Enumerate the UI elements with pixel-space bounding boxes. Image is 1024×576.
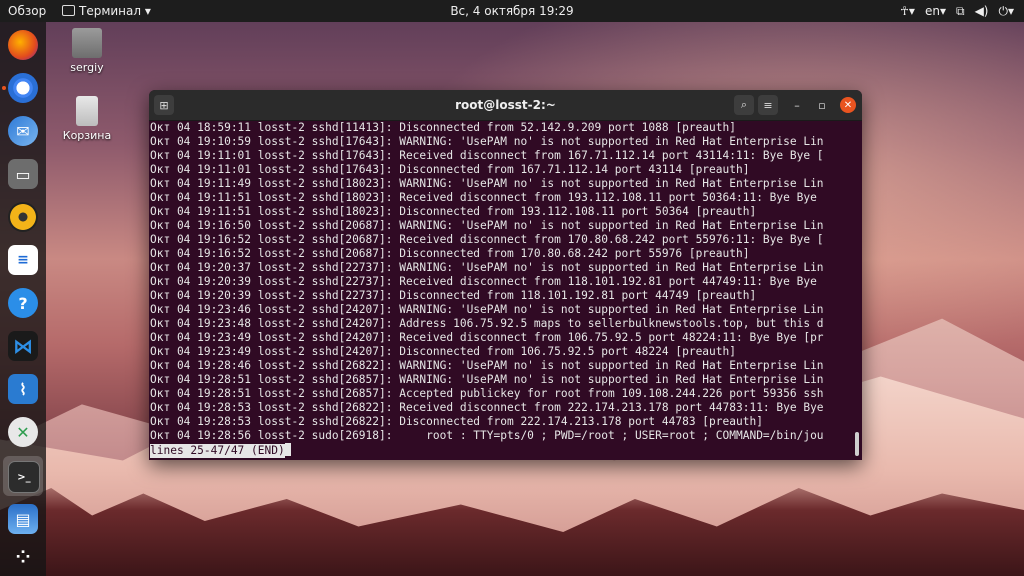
vscode-icon[interactable]: ⋈ (8, 331, 38, 361)
desktop-trash[interactable]: Корзина (57, 96, 117, 142)
terminal-line: Окт 04 19:20:39 losst-2 sshd[22737]: Dis… (150, 289, 757, 302)
terminal-line: Окт 04 19:23:48 losst-2 sshd[24207]: Add… (150, 317, 824, 330)
close-icon[interactable]: ✕ (840, 97, 856, 113)
top-bar: Обзор Терминал ▾ Вс, 4 октября 19:29 ☥▾ … (0, 0, 1024, 22)
terminal-line: Окт 04 19:28:51 losst-2 sshd[26857]: Acc… (150, 387, 824, 400)
trash-icon (76, 96, 98, 126)
menu-icon[interactable]: ≡ (758, 95, 778, 115)
pager-status: lines 25-47/47 (END) (150, 444, 285, 458)
terminal-line: Окт 04 19:11:49 losst-2 sshd[18023]: WAR… (150, 177, 824, 190)
terminal-window: ⊞ root@losst-2:~ ⌕ ≡ – ▫ ✕ Окт 04 18:59:… (149, 90, 862, 460)
window-title: root@losst-2:~ (455, 98, 556, 112)
volume-icon[interactable]: ◀) (975, 4, 989, 18)
show-applications-icon[interactable]: ⁘ (8, 542, 38, 572)
text-cursor (284, 443, 291, 456)
terminal-icon[interactable]: >_ (8, 461, 40, 493)
remmina-icon[interactable]: ✕ (8, 417, 38, 447)
language-label: en (924, 4, 940, 18)
thunderbird-icon[interactable]: ✉ (8, 116, 38, 146)
scrollbar[interactable] (855, 432, 859, 456)
chromium-icon[interactable] (8, 73, 38, 103)
terminal-output[interactable]: Окт 04 18:59:11 losst-2 sshd[11413]: Dis… (150, 121, 850, 459)
terminal-line: Окт 04 19:16:52 losst-2 sshd[20687]: Dis… (150, 247, 750, 260)
terminal-line: Окт 04 19:11:51 losst-2 sshd[18023]: Dis… (150, 205, 757, 218)
terminal-line: Окт 04 19:10:59 losst-2 sshd[17643]: WAR… (150, 135, 824, 148)
terminal-line: Окт 04 18:59:11 losst-2 sshd[11413]: Dis… (150, 121, 736, 134)
dock: ✉ ▭ ≡ ? ⋈ ⌇ ✕ >_ ▤ ⁘ (0, 22, 46, 576)
rhythmbox-icon[interactable] (8, 202, 38, 232)
desktop-home-folder[interactable]: sergiy (57, 28, 117, 74)
writer-icon[interactable]: ≡ (8, 245, 38, 275)
terminal-line: Окт 04 19:28:56 losst-2 sudo[26918]: roo… (150, 429, 824, 442)
power-icon[interactable]: ⏻▾ (998, 4, 1014, 18)
terminal-line: Окт 04 19:11:01 losst-2 sshd[17643]: Rec… (150, 149, 824, 162)
home-folder-icon (72, 28, 102, 58)
language-indicator[interactable]: en▾ (925, 4, 946, 18)
home-folder-label: sergiy (70, 61, 104, 74)
terminal-line: Окт 04 19:28:53 losst-2 sshd[26822]: Rec… (150, 401, 824, 414)
terminal-line: Окт 04 19:20:37 losst-2 sshd[22737]: WAR… (150, 261, 824, 274)
firefox-icon[interactable] (8, 30, 38, 60)
files-icon[interactable]: ▭ (8, 159, 38, 189)
help-icon[interactable]: ? (8, 288, 38, 318)
terminal-line: Окт 04 19:16:50 losst-2 sshd[20687]: WAR… (150, 219, 824, 232)
system-monitor-icon[interactable]: ⌇ (8, 374, 38, 404)
terminal-line: Окт 04 19:11:51 losst-2 sshd[18023]: Rec… (150, 191, 817, 204)
window-header[interactable]: ⊞ root@losst-2:~ ⌕ ≡ – ▫ ✕ (149, 90, 862, 121)
accessibility-icon[interactable]: ☥▾ (900, 4, 915, 18)
terminal-line: Окт 04 19:16:52 losst-2 sshd[20687]: Rec… (150, 233, 824, 246)
network-icon[interactable]: ⧉ (956, 4, 965, 18)
system-tray: ☥▾ en▾ ⧉ ◀) ⏻▾ (900, 4, 1014, 18)
terminal-line: Окт 04 19:28:51 losst-2 sshd[26857]: WAR… (150, 373, 824, 386)
terminal-line: Окт 04 19:28:53 losst-2 sshd[26822]: Dis… (150, 415, 763, 428)
minimize-icon[interactable]: – (787, 95, 807, 115)
terminal-line: Окт 04 19:23:49 losst-2 sshd[24207]: Dis… (150, 345, 736, 358)
maximize-icon[interactable]: ▫ (812, 95, 832, 115)
pager-status-line: lines 25-47/47 (END) (150, 443, 850, 458)
search-icon[interactable]: ⌕ (734, 95, 754, 115)
terminal-line: Окт 04 19:23:49 losst-2 sshd[24207]: Rec… (150, 331, 824, 344)
terminal-line: Окт 04 19:20:39 losst-2 sshd[22737]: Rec… (150, 275, 817, 288)
trash-label: Корзина (62, 129, 112, 142)
terminal-line: Окт 04 19:23:46 losst-2 sshd[24207]: WAR… (150, 303, 824, 316)
clock[interactable]: Вс, 4 октября 19:29 (0, 4, 1024, 18)
terminal-line: Окт 04 19:11:01 losst-2 sshd[17643]: Dis… (150, 163, 750, 176)
screenshot-app-icon[interactable]: ▤ (8, 504, 38, 534)
terminal-line: Окт 04 19:28:46 losst-2 sshd[26822]: WAR… (150, 359, 824, 372)
running-indicator (2, 86, 6, 90)
